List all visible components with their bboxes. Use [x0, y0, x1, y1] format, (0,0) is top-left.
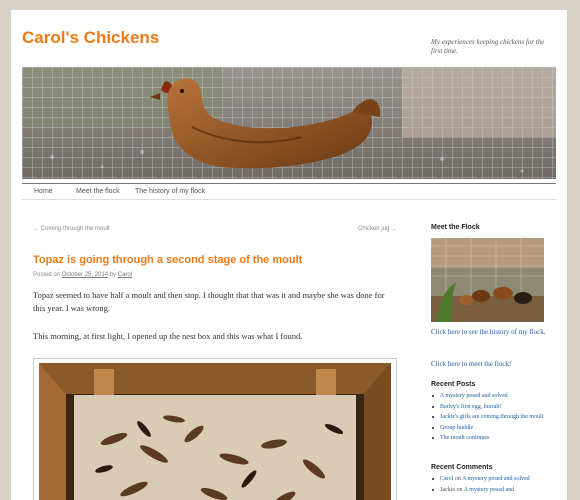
comment-on-label: on — [456, 486, 463, 493]
comment-post-link[interactable]: A mystery posed and solved — [462, 476, 530, 482]
post-paragraph: This morning, at first light, I opened u… — [33, 331, 303, 341]
recent-posts-heading: Recent Posts — [431, 381, 476, 388]
flock-photo[interactable] — [431, 238, 544, 322]
by-label: by — [109, 272, 117, 278]
comment-author: Jackie — [440, 486, 455, 493]
post-meta: Posted on October 25, 2014 by Carol — [33, 272, 132, 278]
recent-comments-list: Carol on A mystery posed and solved Jack… — [431, 475, 547, 496]
recent-posts-list: A mystery posed and solved Barley's firs… — [431, 392, 547, 445]
author-link[interactable]: Carol — [118, 272, 132, 278]
menu-item-meet-the-flock[interactable]: Meet the flock — [76, 188, 120, 195]
post-date-link[interactable]: October 25, 2014 — [62, 272, 108, 278]
recent-post-link[interactable]: A mystery posed and solved — [431, 392, 547, 400]
meet-the-flock-heading: Meet the Flock — [431, 224, 480, 231]
comment-author-link[interactable]: Carol — [440, 476, 453, 482]
main-menu: Home Meet the flock The history of my fl… — [22, 183, 556, 200]
post-paragraph: Topaz seemed to have half a moult and th… — [33, 290, 385, 313]
recent-post-link[interactable]: Group huddle — [431, 424, 547, 432]
next-post-link[interactable]: Chicken jug → — [358, 226, 397, 232]
post-title: Topaz is going through a second stage of… — [33, 254, 303, 266]
comment-post-link[interactable]: A mystery posed and — [464, 487, 515, 493]
meet-the-flock-link[interactable]: Click here to meet the flock! — [431, 360, 547, 369]
menu-item-home[interactable]: Home — [34, 188, 53, 195]
page-wrapper: Carol's Chickens My experiences keeping … — [11, 10, 567, 500]
recent-comments-heading: Recent Comments — [431, 464, 493, 471]
previous-post-link[interactable]: ← Coming through the moult — [33, 226, 110, 232]
recent-comment-item: Jackie on A mystery posed and — [431, 486, 547, 494]
comment-on-label: on — [454, 476, 461, 482]
menu-item-history[interactable]: The history of my flock — [135, 188, 205, 195]
recent-post-link[interactable]: Jackie's girls are coming through the mo… — [431, 413, 547, 421]
flock-history-link[interactable]: Click here to see the history of my floc… — [431, 328, 547, 337]
site-title[interactable]: Carol's Chickens — [22, 28, 159, 48]
nest-box-photo — [33, 358, 397, 500]
site-description: My experiences keeping chickens for the … — [431, 38, 545, 55]
posted-on-label: Posted on — [33, 272, 61, 278]
header-image — [22, 67, 556, 179]
recent-post-link[interactable]: Barley's first egg, hurrah! — [431, 403, 547, 411]
recent-comment-item: Carol on A mystery posed and solved — [431, 475, 547, 483]
recent-post-link[interactable]: The moult continues — [431, 434, 547, 442]
